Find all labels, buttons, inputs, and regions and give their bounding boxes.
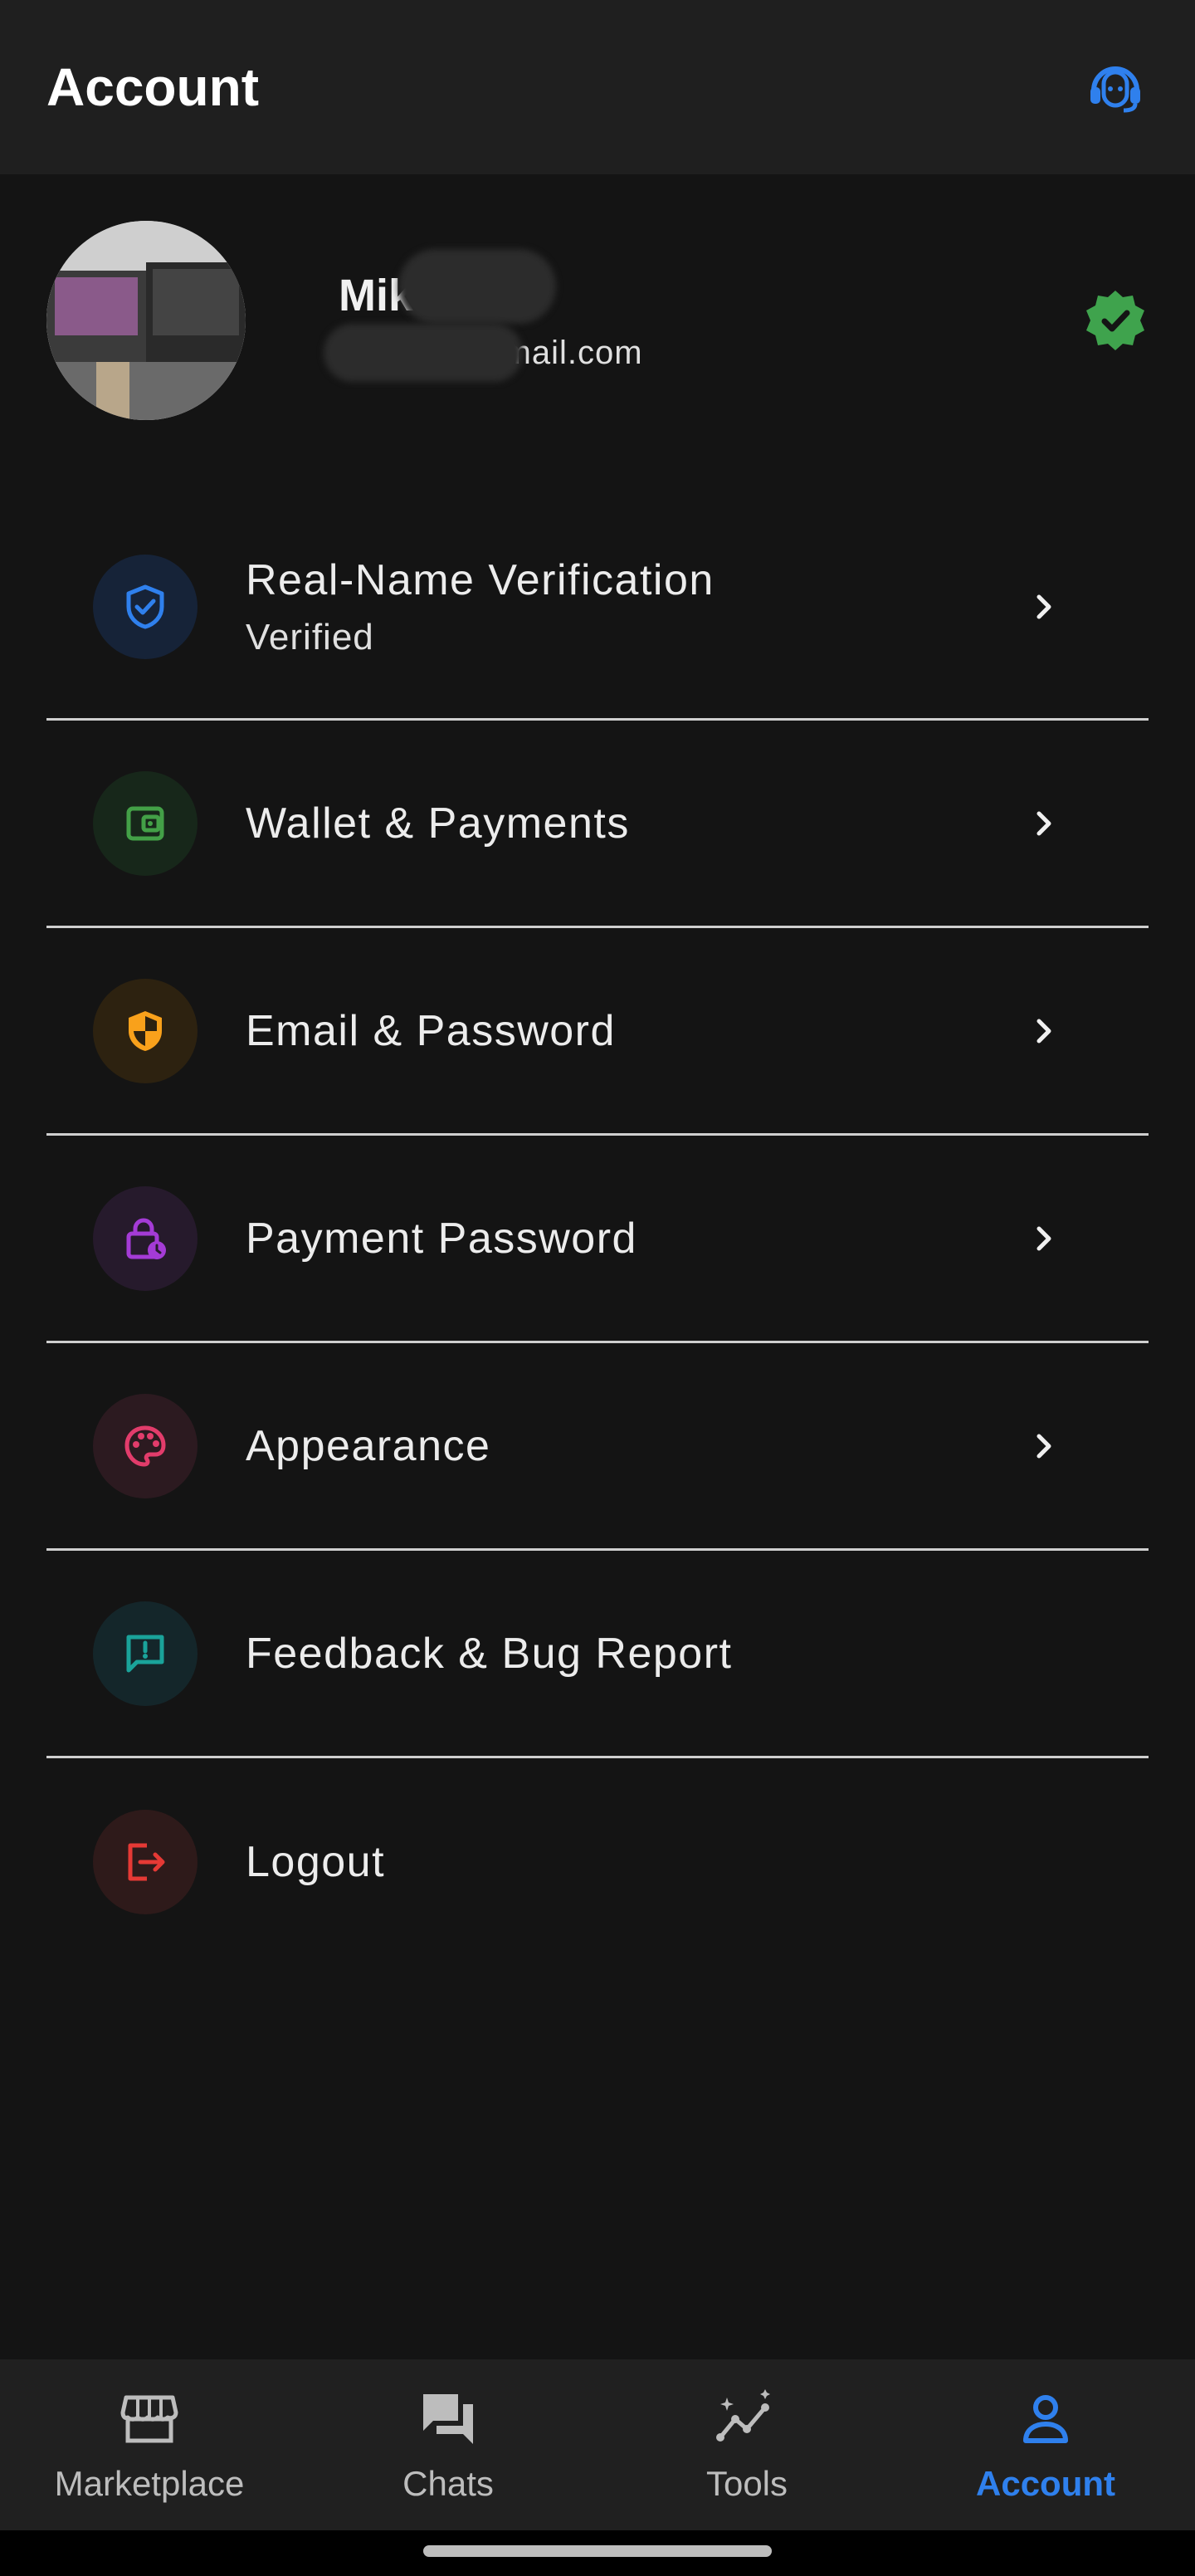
- storefront-icon: [116, 2386, 183, 2452]
- redaction-blur: [398, 249, 556, 324]
- nav-item-chats[interactable]: Chats: [299, 2359, 598, 2530]
- verification-status: Verified: [246, 616, 374, 657]
- wallet-icon: [93, 770, 198, 876]
- menu-item-email-password[interactable]: Email & Password: [46, 928, 1149, 1136]
- palette-icon: [93, 1393, 198, 1498]
- feedback-icon: [93, 1601, 198, 1706]
- menu-item-payment-password[interactable]: Payment Password: [46, 1136, 1149, 1343]
- gesture-handle[interactable]: [423, 2545, 772, 2557]
- bottom-navigation: Marketplace Chats Tools Account: [0, 2359, 1195, 2530]
- profile-card[interactable]: Mike mikej o@gmail.com: [46, 221, 1149, 420]
- menu-item-label: Real-Name Verification: [246, 555, 715, 604]
- settings-menu: Real-Name Verification Verified Wallet &…: [46, 495, 1149, 1966]
- lock-clock-icon: [93, 1185, 198, 1291]
- menu-item-logout[interactable]: Logout: [46, 1758, 1149, 1966]
- chat-bubbles-icon: [415, 2386, 481, 2452]
- page-title: Account: [46, 57, 259, 117]
- menu-item-wallet-payments[interactable]: Wallet & Payments: [46, 721, 1149, 928]
- headset-support-icon[interactable]: [1082, 54, 1149, 120]
- shield-check-icon: [93, 554, 198, 659]
- system-gesture-bar: [0, 2530, 1195, 2576]
- menu-item-label: Email & Password: [246, 1006, 616, 1055]
- redaction-blur: [324, 324, 523, 382]
- app-bar: Account: [0, 0, 1195, 174]
- shield-half-icon: [93, 978, 198, 1083]
- menu-item-label: Logout: [246, 1838, 386, 1886]
- menu-item-label: Appearance: [246, 1421, 491, 1470]
- chevron-right-icon: [1019, 582, 1069, 632]
- nav-label: Account: [976, 2464, 1115, 2503]
- tools-chart-icon: [714, 2386, 780, 2452]
- menu-item-real-name-verification[interactable]: Real-Name Verification Verified: [46, 495, 1149, 721]
- menu-item-label: Payment Password: [246, 1214, 637, 1263]
- nav-label: Marketplace: [54, 2464, 245, 2503]
- menu-item-label: Wallet & Payments: [246, 799, 630, 848]
- menu-item-appearance[interactable]: Appearance: [46, 1343, 1149, 1551]
- avatar[interactable]: [46, 221, 246, 420]
- chevron-right-icon: [1019, 799, 1069, 848]
- chevron-right-icon: [1019, 1214, 1069, 1264]
- verified-check-badge-icon: [1082, 287, 1149, 354]
- nav-label: Tools: [705, 2464, 788, 2503]
- chevron-right-icon: [1019, 1421, 1069, 1471]
- person-icon: [1012, 2386, 1079, 2452]
- logout-icon: [93, 1810, 198, 1914]
- nav-item-account[interactable]: Account: [896, 2359, 1195, 2530]
- menu-item-feedback-bug-report[interactable]: Feedback & Bug Report: [46, 1551, 1149, 1758]
- nav-item-marketplace[interactable]: Marketplace: [0, 2359, 299, 2530]
- nav-label: Chats: [402, 2464, 494, 2503]
- nav-item-tools[interactable]: Tools: [598, 2359, 896, 2530]
- menu-item-label: Feedback & Bug Report: [246, 1629, 733, 1678]
- chevron-right-icon: [1019, 1006, 1069, 1056]
